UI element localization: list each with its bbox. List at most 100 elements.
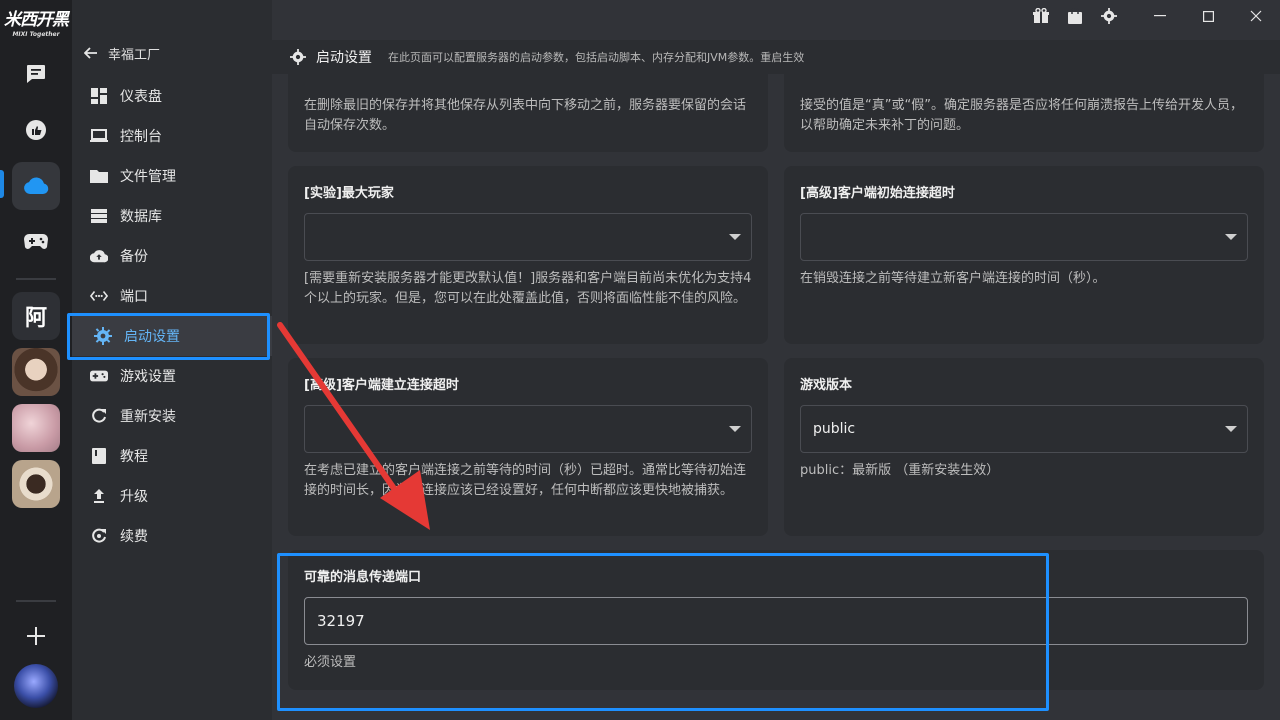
max-players-select[interactable] [304,213,752,261]
initial-timeout-card: [高级]客户端初始连接超时 在销毁连接之前等待建立新客户端连接的时间（秒）。 [784,166,1264,344]
gift-button[interactable] [1024,0,1058,32]
server-avatar-3[interactable] [12,460,60,508]
rail-divider-bottom [16,600,56,602]
messages-button[interactable] [12,50,60,98]
nav-item-label: 控制台 [120,129,162,145]
caret-down-icon [1225,234,1237,240]
select-value: public [813,421,856,437]
app-logo: 米西开黑 MIXI Together [4,8,69,38]
user-avatar[interactable] [14,664,58,708]
page-description: 在此页面可以配置服务器的启动参数，包括启动脚本、内存分配和JVM参数。重启生效 [388,51,805,64]
card-title: [实验]最大玩家 [304,186,394,201]
gear-icon [94,327,112,345]
dashboard-icon [90,87,108,105]
card-description: 在删除最旧的保存并将其他保存从列表中向下移动之前，服务器要保留的会话自动保存次数… [304,98,747,133]
book-icon [90,447,108,465]
page-header: 启动设置 在此页面可以配置服务器的启动参数，包括启动脚本、内存分配和JVM参数。… [272,40,1280,74]
thumbs-up-icon [26,120,46,140]
nav-item-backup[interactable]: 备份 [72,236,272,276]
settings-icon [1101,8,1117,24]
caret-down-icon [1225,426,1237,432]
nav-item-game-settings[interactable]: 游戏设置 [72,356,272,396]
card-description: 接受的值是“真”或“假”。确定服务器是否应将任何崩溃报告上传给开发人员，以帮助确… [800,98,1243,133]
cloud-icon [24,177,49,194]
nav-item-tutorial[interactable]: 教程 [72,436,272,476]
close-icon [1250,10,1262,22]
app-logo-subtext: MIXI Together [12,31,60,38]
refresh-icon [90,407,108,425]
games-button[interactable] [12,218,60,266]
card-title: 游戏版本 [800,378,853,393]
maximize-button[interactable] [1184,0,1232,32]
back-to-server-button[interactable]: 幸福工厂 [84,40,160,66]
active-indicator [0,170,4,198]
card-description: 必须设置 [304,655,357,670]
nav-item-label: 教程 [120,449,148,465]
minimize-button[interactable] [1136,0,1184,32]
card-title: [高级]客户端初始连接超时 [800,186,955,201]
card-description: [需要重新安装服务器才能更改默认值！]服务器和客户端目前尚未优化为支持4个以上的… [304,271,752,306]
nav-item-label: 端口 [120,289,148,305]
server-rail: 米西开黑 MIXI Together 阿 [0,0,72,720]
main-content: 启动设置 在此页面可以配置服务器的启动参数，包括启动脚本、内存分配和JVM参数。… [272,0,1280,720]
card-description: 在销毁连接之前等待建立新客户端连接的时间（秒）。 [800,271,1106,286]
add-server-button[interactable] [12,612,60,660]
initial-timeout-select[interactable] [800,213,1248,261]
nav-item-renew[interactable]: 续费 [72,516,272,556]
cloud-server-button[interactable] [12,162,60,210]
gamepad-icon [24,234,48,249]
server-avatar-1[interactable] [12,348,60,396]
laptop-icon [90,127,108,145]
server-avatar-text[interactable]: 阿 [12,292,60,340]
input-value: 32197 [317,612,365,630]
close-button[interactable] [1232,0,1280,32]
database-icon [90,207,108,225]
card-description: 在考虑已建立的客户端连接之前等待的时间（秒）已超时。通常比等待初始连接的时间长，… [304,463,747,498]
card-title: 可靠的消息传递端口 [304,570,422,585]
nav-item-startup-settings[interactable]: 启动设置 [72,316,272,356]
nav-item-port[interactable]: 端口 [72,276,272,316]
gamepad-settings-icon [90,367,108,385]
card-title: [高级]客户端建立连接超时 [304,378,459,393]
nav-item-label: 续费 [120,529,148,545]
title-bar [1024,0,1280,32]
gear-icon [290,49,306,65]
app-logo-text: 米西开黑 [4,10,69,30]
crash-report-card: 接受的值是“真”或“假”。确定服务器是否应将任何崩溃报告上传给开发人员，以帮助确… [784,74,1264,152]
server-avatar-2[interactable] [12,404,60,452]
max-players-card: [实验]最大玩家 [需要重新安装服务器才能更改默认值！]服务器和客户端目前尚未优… [288,166,768,344]
messaging-port-card: 可靠的消息传递端口 32197 必须设置 [288,550,1264,690]
nav-item-label: 数据库 [120,209,162,225]
nav-item-label: 重新安装 [120,409,176,425]
established-timeout-select[interactable] [304,405,752,453]
settings-button[interactable] [1092,0,1126,32]
nav-item-upgrade[interactable]: 升级 [72,476,272,516]
minimize-icon [1154,15,1166,17]
nav-item-database[interactable]: 数据库 [72,196,272,236]
cloud-upload-icon [90,247,108,265]
upgrade-icon [90,487,108,505]
chat-icon [27,65,45,83]
nav-item-files[interactable]: 文件管理 [72,156,272,196]
shopping-bag-icon [1068,8,1082,24]
gift-icon [1033,8,1049,23]
thumbs-up-button[interactable] [12,106,60,154]
nav-item-label: 游戏设置 [120,369,176,385]
shop-button[interactable] [1058,0,1092,32]
nav-item-console[interactable]: 控制台 [72,116,272,156]
rail-divider [16,278,56,280]
autosave-count-card: 在删除最旧的保存并将其他保存从列表中向下移动之前，服务器要保留的会话自动保存次数… [288,74,768,152]
caret-down-icon [729,426,741,432]
nav-item-dashboard[interactable]: 仪表盘 [72,76,272,116]
server-name: 幸福工厂 [108,47,161,63]
nav-item-label: 文件管理 [120,169,176,185]
folder-icon [90,167,108,185]
game-version-select[interactable]: public [800,405,1248,453]
messaging-port-input[interactable]: 32197 [304,597,1248,645]
server-nav: 幸福工厂 仪表盘 控制台 文件管理 数据库 备份 端口 启动设置 游戏设置 重新… [72,0,272,720]
established-timeout-card: [高级]客户端建立连接超时 在考虑已建立的客户端连接之前等待的时间（秒）已超时。… [288,358,768,536]
maximize-icon [1202,10,1214,22]
nav-item-label: 升级 [120,489,148,505]
nav-item-reinstall[interactable]: 重新安装 [72,396,272,436]
game-version-card: 游戏版本 public public：最新版 （重新安装生效） [784,358,1264,536]
